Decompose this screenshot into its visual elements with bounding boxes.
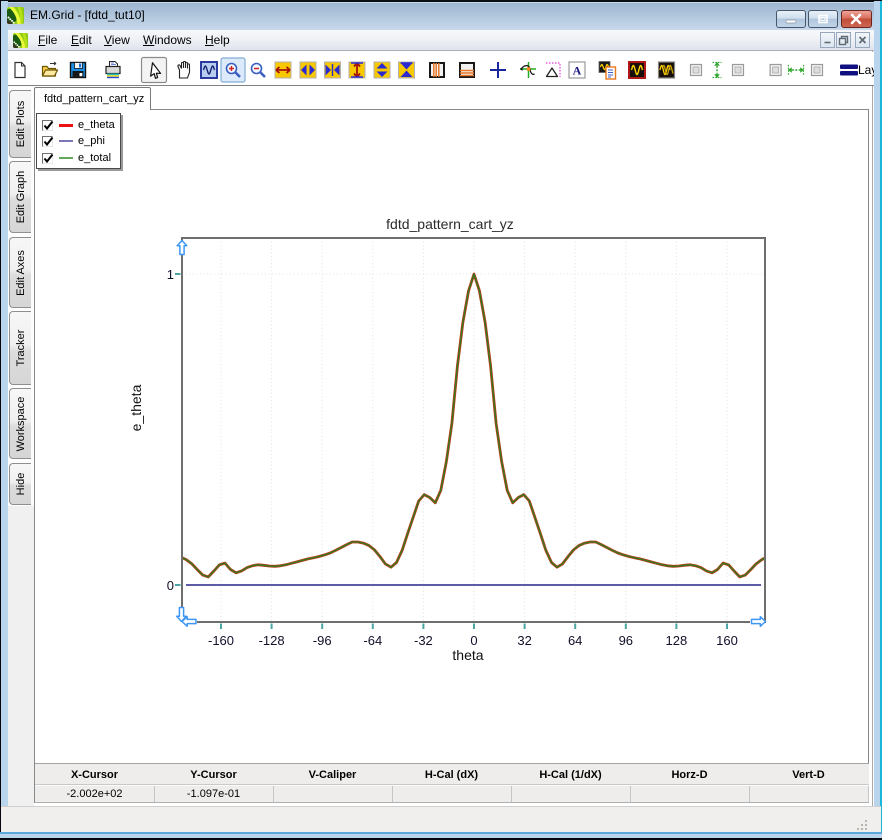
svg-text:96: 96 [619, 633, 633, 648]
svg-text:160: 160 [716, 633, 738, 648]
svg-text:0: 0 [470, 633, 477, 648]
svg-text:1: 1 [167, 267, 174, 282]
svg-text:64: 64 [568, 633, 582, 648]
svg-text:128: 128 [666, 633, 688, 648]
svg-text:-160: -160 [208, 633, 234, 648]
svg-text:theta: theta [452, 647, 483, 663]
svg-text:fdtd_pattern_cart_yz: fdtd_pattern_cart_yz [386, 216, 514, 232]
svg-text:32: 32 [517, 633, 531, 648]
svg-text:-32: -32 [414, 633, 433, 648]
svg-text:-96: -96 [313, 633, 332, 648]
svg-text:0: 0 [167, 578, 174, 593]
svg-text:-64: -64 [363, 633, 382, 648]
svg-text:e_theta: e_theta [128, 384, 144, 431]
svg-text:-128: -128 [259, 633, 285, 648]
